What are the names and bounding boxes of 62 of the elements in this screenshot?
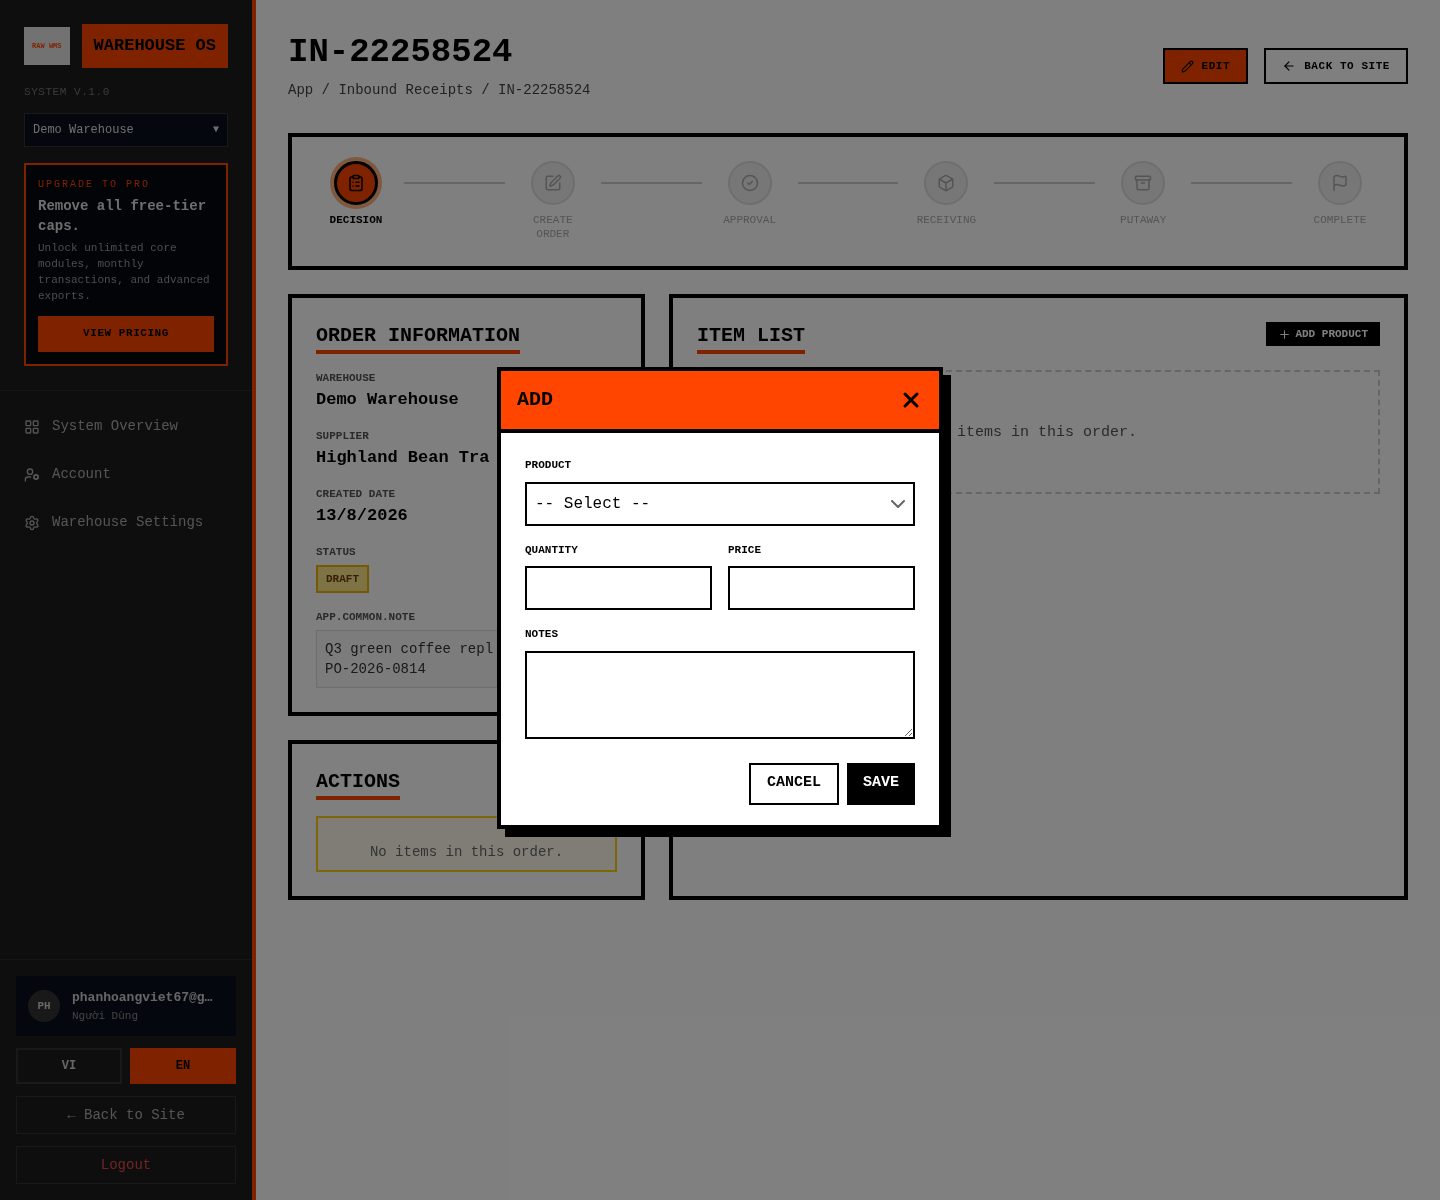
nav-item[interactable]: Warehouse Settings bbox=[24, 510, 228, 535]
status-badge: DRAFT bbox=[316, 564, 369, 593]
quantity-field[interactable] bbox=[525, 566, 712, 610]
field-label: CREATED DATE bbox=[316, 487, 396, 502]
warehouse-select[interactable]: Demo Warehouse ▼ bbox=[24, 112, 228, 147]
note-text: PO-2026-0814 bbox=[325, 659, 426, 679]
grid-icon bbox=[24, 418, 40, 435]
price-field[interactable] bbox=[728, 566, 915, 610]
save-button[interactable]: SAVE bbox=[847, 762, 915, 805]
avatar: PH bbox=[28, 990, 60, 1022]
empty-message: No items in this order. bbox=[369, 844, 564, 860]
back-to-site-link[interactable]: ← Back to Site bbox=[16, 1096, 236, 1134]
breadcrumb: App / Inbound Receipts / IN-22258524 bbox=[288, 81, 591, 100]
cancel-button[interactable]: CANCEL bbox=[748, 762, 839, 805]
empty-message: items in this order. bbox=[957, 423, 1138, 443]
field-value: 13/8/2026 bbox=[316, 504, 408, 527]
section-title: ORDER INFORMATION bbox=[316, 322, 521, 354]
archive-icon bbox=[1134, 174, 1153, 192]
check-circle-icon bbox=[740, 174, 759, 192]
nav-item[interactable]: System Overview bbox=[24, 414, 228, 439]
clipboard-icon bbox=[347, 174, 365, 192]
add-product-button[interactable]: ADD PRODUCT bbox=[1266, 322, 1380, 346]
note-text: Q3 green coffee repl bbox=[325, 639, 494, 659]
section-title: ITEM LIST bbox=[697, 322, 806, 354]
edit-button[interactable]: EDIT bbox=[1162, 48, 1249, 84]
page-title: IN-22258524 bbox=[288, 32, 514, 72]
language-toggle[interactable]: EN bbox=[130, 1048, 236, 1084]
field-value: Highland Bean Tra bbox=[316, 446, 490, 469]
flag-icon bbox=[1331, 174, 1349, 192]
section-title: ACTIONS bbox=[316, 768, 400, 800]
field-label: QUANTITY bbox=[525, 542, 579, 558]
pencil-icon bbox=[543, 174, 562, 192]
arrow-left-icon bbox=[1282, 59, 1297, 73]
field-label: APP.COMMON.NOTE bbox=[316, 610, 416, 625]
pencil-icon bbox=[1180, 59, 1194, 73]
product-select[interactable]: -- Select -- bbox=[525, 481, 915, 526]
promo-eyebrow: UPGRADE TO PRO bbox=[38, 177, 151, 192]
step-label: DECISION bbox=[329, 213, 383, 227]
gear-icon bbox=[24, 514, 40, 531]
plus-icon bbox=[1278, 327, 1292, 341]
dialog-title: ADD bbox=[517, 387, 553, 413]
field-label: PRICE bbox=[728, 542, 762, 558]
brand-title: WAREHOUSE OS bbox=[81, 24, 228, 68]
user-email: phanhoangviet67@g… bbox=[72, 989, 213, 1007]
user-gear-icon bbox=[24, 466, 40, 483]
field-label: PRODUCT bbox=[525, 458, 573, 473]
box-icon bbox=[937, 174, 956, 192]
field-value: Demo Warehouse bbox=[316, 388, 459, 411]
field-label: STATUS bbox=[316, 545, 356, 560]
field-label: SUPPLIER bbox=[316, 429, 369, 444]
field-label: NOTES bbox=[525, 627, 559, 642]
promo-title: Remove all free-tier caps. bbox=[38, 196, 208, 236]
nav-item[interactable]: Account bbox=[24, 462, 228, 487]
back-to-site-button[interactable]: BACK TO SITE bbox=[1264, 48, 1408, 84]
field-label: WAREHOUSE bbox=[316, 371, 376, 386]
notes-field[interactable] bbox=[525, 650, 915, 739]
user-role: Người Dùng bbox=[72, 1008, 139, 1024]
view-pricing-button[interactable]: VIEW PRICING bbox=[38, 315, 214, 352]
promo-text: Unlock unlimited core modules, monthly transactions, and advanced exports. bbox=[38, 240, 211, 304]
chevron-down-icon bbox=[891, 499, 905, 508]
logout-button[interactable]: Logout bbox=[16, 1146, 236, 1184]
language-toggle[interactable]: VI bbox=[16, 1048, 122, 1084]
